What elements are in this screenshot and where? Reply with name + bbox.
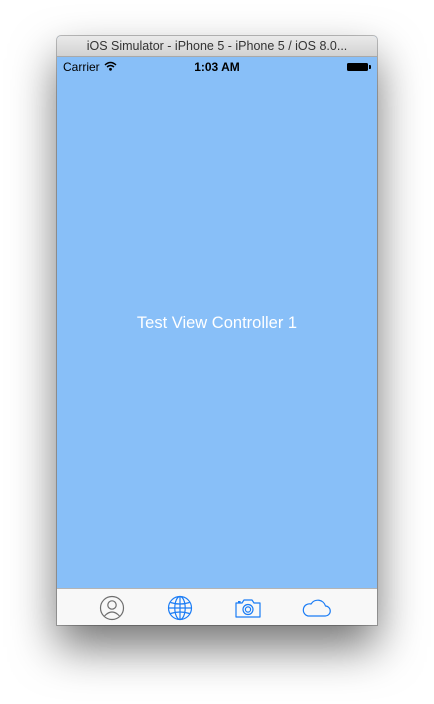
tab-camera[interactable] bbox=[234, 594, 262, 622]
simulator-window: iOS Simulator - iPhone 5 - iPhone 5 / iO… bbox=[57, 36, 377, 625]
tab-cloud[interactable] bbox=[300, 594, 332, 622]
tab-contacts[interactable] bbox=[98, 594, 126, 622]
window-title: iOS Simulator - iPhone 5 - iPhone 5 / iO… bbox=[86, 39, 348, 53]
cloud-icon bbox=[300, 597, 332, 619]
view-controller-content: Test View Controller 1 bbox=[57, 77, 377, 588]
camera-icon bbox=[234, 597, 262, 619]
view-controller-title: Test View Controller 1 bbox=[136, 314, 298, 332]
status-time: 1:03 AM bbox=[194, 60, 240, 74]
globe-icon bbox=[167, 595, 193, 621]
status-bar: Carrier 1:03 AM bbox=[57, 57, 377, 77]
window-title-bar[interactable]: iOS Simulator - iPhone 5 - iPhone 5 / iO… bbox=[57, 36, 377, 57]
tab-bar bbox=[57, 588, 377, 625]
battery-icon bbox=[347, 62, 371, 72]
contacts-icon bbox=[99, 595, 125, 621]
tab-globe[interactable] bbox=[166, 594, 194, 622]
screen: iOS Simulator - iPhone 5 - iPhone 5 / iO… bbox=[0, 0, 434, 704]
